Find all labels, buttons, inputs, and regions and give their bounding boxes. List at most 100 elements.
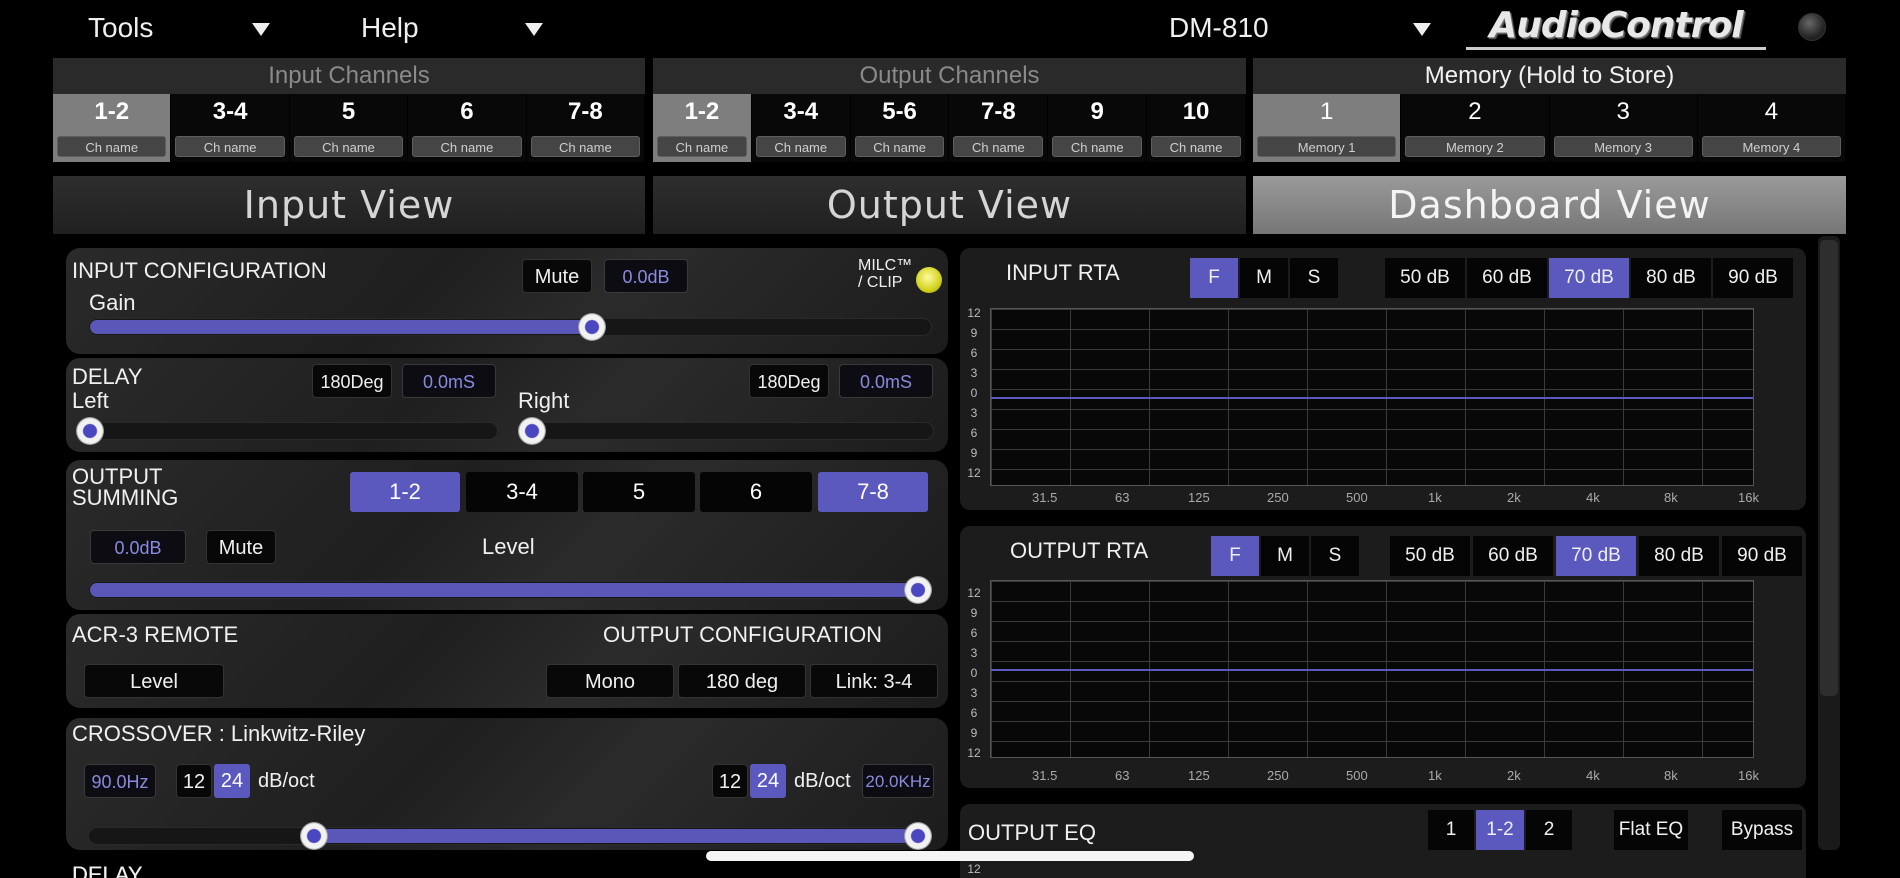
input-channel-tab[interactable]: 6 Ch name — [408, 94, 527, 162]
eq-channel-button[interactable]: 2 — [1526, 810, 1572, 850]
right-delay-slider-handle[interactable] — [518, 417, 546, 445]
summing-channel-button[interactable]: 7-8 — [818, 472, 928, 512]
help-menu[interactable]: Help — [361, 0, 551, 56]
rta-x-tick: 31.5 — [1032, 768, 1058, 783]
dashboard-view-tab[interactable]: Dashboard View — [1253, 176, 1846, 234]
lp-slope-12-button[interactable]: 12 — [712, 764, 748, 798]
left-phase-button[interactable]: 180Deg — [312, 364, 392, 398]
crossover-slider-track[interactable] — [88, 827, 932, 845]
rta-mode-button[interactable]: M — [1240, 258, 1288, 298]
acr-level-button[interactable]: Level — [84, 664, 224, 698]
input-channel-tab[interactable]: 3-4 Ch name — [171, 94, 290, 162]
input-channel-tab[interactable]: 1-2 Ch name — [53, 94, 172, 162]
rta-range-button[interactable]: 90 dB — [1713, 258, 1793, 298]
memory-slot-tab[interactable]: 4 Memory 4 — [1697, 94, 1846, 162]
gain-slider-track[interactable] — [88, 318, 932, 336]
highpass-frequency-value[interactable]: 90.0Hz — [84, 764, 156, 798]
summing-level-slider-track[interactable] — [88, 581, 932, 599]
memory-slot-tab[interactable]: 3 Memory 3 — [1549, 94, 1698, 162]
rta-mode-button[interactable]: F — [1211, 536, 1259, 576]
rta-range-button[interactable]: 60 dB — [1467, 258, 1547, 298]
channel-name-field[interactable]: Ch name — [530, 136, 641, 157]
summing-channel-button[interactable]: 5 — [583, 472, 695, 512]
memory-name-field[interactable]: Memory 4 — [1701, 136, 1841, 157]
eq-channel-button[interactable]: 1 — [1428, 810, 1474, 850]
eq-channel-button[interactable]: 1-2 — [1476, 810, 1524, 850]
input-channels-group: Input Channels 1-2 Ch name 3-4 Ch name 5 Ch… — [53, 58, 646, 162]
summing-channel-button[interactable]: 1-2 — [350, 472, 460, 512]
vertical-scrollbar[interactable] — [1818, 236, 1840, 850]
right-phase-button[interactable]: 180Deg — [749, 364, 829, 398]
input-configuration-panel: INPUT CONFIGURATION Mute 0.0dB MILC™ / C… — [66, 248, 948, 354]
channel-name-field[interactable]: Ch name — [1052, 136, 1143, 157]
channel-name-field[interactable]: Ch name — [953, 136, 1044, 157]
output-view-tab[interactable]: Output View — [653, 176, 1246, 234]
channel-name-field[interactable]: Ch name — [175, 136, 285, 157]
input-mute-button[interactable]: Mute — [522, 259, 592, 293]
left-delay-slider-handle[interactable] — [76, 417, 104, 445]
summing-channel-button[interactable]: 3-4 — [466, 472, 578, 512]
channel-name-field[interactable]: Ch name — [755, 136, 846, 157]
rta-range-button[interactable]: 50 dB — [1390, 536, 1470, 576]
memory-name-field[interactable]: Memory 3 — [1553, 136, 1693, 157]
right-delay-value[interactable]: 0.0mS — [839, 364, 933, 398]
rta-range-button[interactable]: 50 dB — [1385, 258, 1465, 298]
left-delay-slider-track[interactable] — [78, 422, 498, 440]
bypass-button[interactable]: Bypass — [1722, 810, 1802, 850]
rta-range-button[interactable]: 80 dB — [1631, 258, 1711, 298]
gain-slider-handle[interactable] — [577, 313, 606, 341]
rta-range-button[interactable]: 70 dB — [1549, 258, 1629, 298]
flat-eq-button[interactable]: Flat EQ — [1614, 810, 1688, 850]
rta-mode-button[interactable]: S — [1290, 258, 1338, 298]
input-channel-tab[interactable]: 5 Ch name — [289, 94, 409, 162]
device-selector[interactable]: DM-810 — [1169, 0, 1431, 56]
channel-name-field[interactable]: Ch name — [57, 136, 167, 157]
phase-180-button[interactable]: 180 deg — [678, 664, 806, 698]
output-channel-tab[interactable]: 3-4 Ch name — [751, 94, 851, 162]
rta-range-button[interactable]: 60 dB — [1473, 536, 1553, 576]
right-delay-slider-track[interactable] — [520, 422, 934, 440]
left-delay-value[interactable]: 0.0mS — [402, 364, 496, 398]
rta-x-tick: 500 — [1346, 490, 1368, 505]
rta-range-button[interactable]: 70 dB — [1556, 536, 1636, 576]
summing-level-slider-handle[interactable] — [904, 576, 932, 604]
summing-channel-button[interactable]: 6 — [700, 472, 812, 512]
output-channel-tab[interactable]: 7-8 Ch name — [949, 94, 1049, 162]
channel-name-field[interactable]: Ch name — [854, 136, 945, 157]
link-button[interactable]: Link: 3-4 — [810, 664, 938, 698]
input-view-tab[interactable]: Input View — [53, 176, 645, 234]
memory-slot-tab[interactable]: 2 Memory 2 — [1401, 94, 1550, 162]
tools-menu[interactable]: Tools — [88, 0, 278, 56]
output-channel-tab[interactable]: 10 Ch name — [1147, 94, 1246, 162]
input-channel-tab[interactable]: 7-8 Ch name — [526, 94, 646, 162]
summing-level-value[interactable]: 0.0dB — [90, 530, 186, 564]
lp-slope-24-button[interactable]: 24 — [750, 764, 786, 798]
memory-name-field[interactable]: Memory 2 — [1405, 136, 1545, 157]
output-channel-tab[interactable]: 1-2 Ch name — [653, 94, 752, 162]
rta-mode-button[interactable]: S — [1311, 536, 1359, 576]
channel-name-field[interactable]: Ch name — [293, 136, 404, 157]
input-gain-value[interactable]: 0.0dB — [604, 259, 688, 293]
output-configuration-title: OUTPUT CONFIGURATION — [603, 622, 883, 647]
hp-slope-12-button[interactable]: 12 — [176, 764, 212, 798]
channel-name-field[interactable]: Ch name — [412, 136, 522, 157]
output-channel-tab[interactable]: 9 Ch name — [1048, 94, 1148, 162]
memory-slot-tab[interactable]: 1 Memory 1 — [1253, 94, 1402, 162]
highpass-slider-handle[interactable] — [300, 822, 329, 850]
rta-range-button[interactable]: 90 dB — [1722, 536, 1802, 576]
rta-mode-button[interactable]: M — [1261, 536, 1309, 576]
channel-name-field[interactable]: Ch name — [657, 136, 747, 157]
mono-button[interactable]: Mono — [546, 664, 674, 698]
lowpass-frequency-value[interactable]: 20.0KHz — [862, 764, 934, 798]
rta-mode-button[interactable]: F — [1190, 258, 1238, 298]
home-indicator[interactable] — [706, 851, 1194, 861]
hp-slope-24-button[interactable]: 24 — [214, 764, 250, 798]
lowpass-slider-handle[interactable] — [904, 822, 932, 850]
output-channel-tab[interactable]: 5-6 Ch name — [850, 94, 950, 162]
memory-name-field[interactable]: Memory 1 — [1257, 136, 1397, 157]
scrollbar-thumb[interactable] — [1820, 240, 1838, 696]
summing-mute-button[interactable]: Mute — [206, 530, 276, 564]
channel-name-field[interactable]: Ch name — [1151, 136, 1241, 157]
connection-indicator-icon[interactable] — [1798, 13, 1826, 41]
rta-range-button[interactable]: 80 dB — [1639, 536, 1719, 576]
